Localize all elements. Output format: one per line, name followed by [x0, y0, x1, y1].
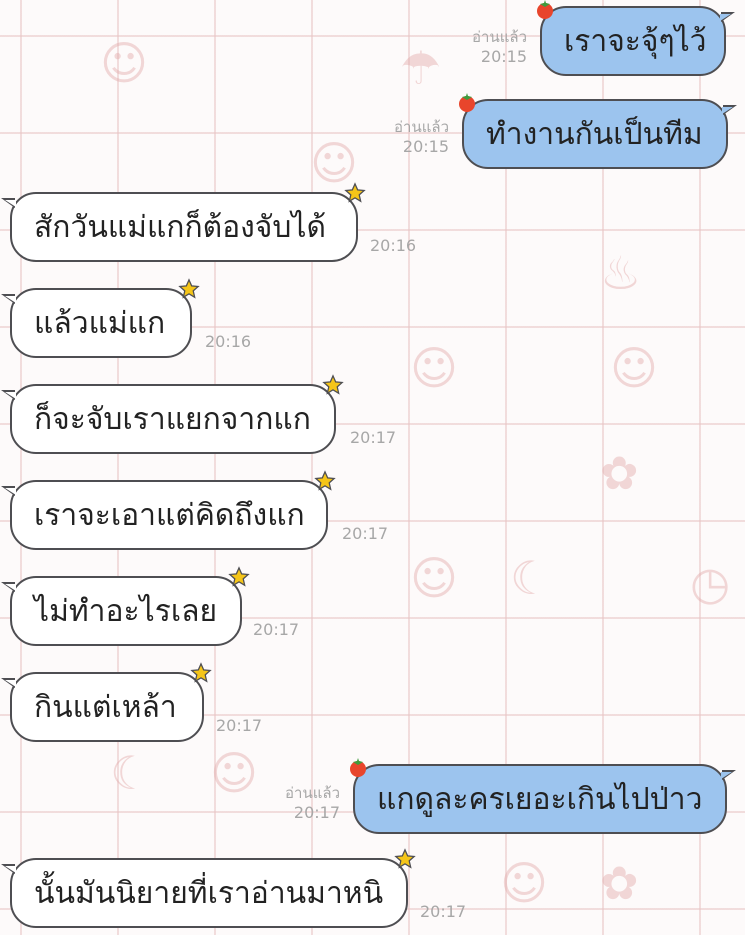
wallpaper-moon-icon: ☾ [110, 746, 152, 800]
message-time: 20:17 [253, 620, 300, 639]
star-icon [344, 182, 366, 203]
message-text: นั้นมันนิยายที่เราอ่านมาหนิ [34, 875, 384, 911]
star-icon [322, 374, 344, 395]
star-icon [178, 278, 200, 299]
outgoing-message-bubble[interactable]: เราจะจุ้ๆไว้ [537, 0, 735, 76]
tomato-icon [459, 93, 475, 112]
message-meta: อ่านแล้ว 20:15 [394, 118, 449, 157]
message-text: แล้วแม่แก [34, 305, 166, 341]
wallpaper-clock-icon: ◷ [690, 556, 731, 610]
message-time: 20:16 [370, 236, 417, 255]
message-text: เราจะจุ้ๆไว้ [564, 23, 707, 59]
incoming-message-bubble[interactable]: เราจะเอาแต่คิดถึงแก [1, 470, 336, 550]
wallpaper-cat-icon: ☺ [100, 36, 148, 90]
message-text: เราจะเอาแต่คิดถึงแก [34, 497, 305, 533]
message-time: 20:16 [205, 332, 252, 351]
star-icon [314, 470, 336, 491]
wallpaper-flower-icon: ✿ [600, 446, 639, 500]
tomato-icon [537, 0, 553, 19]
star-icon [190, 662, 212, 683]
star-icon [394, 848, 416, 869]
read-receipt: อ่านแล้ว [285, 784, 340, 802]
incoming-message-bubble[interactable]: สักวันแม่แกก็ต้องจับได้ [1, 182, 366, 262]
wallpaper-cat-icon: ☺ [310, 136, 358, 190]
message-text: ไม่ทำอะไรเลย [34, 593, 218, 629]
incoming-message-bubble[interactable]: แล้วแม่แก [1, 278, 200, 358]
read-receipt: อ่านแล้ว [472, 28, 527, 46]
message-text: กินแต่เหล้า [34, 689, 177, 725]
tomato-icon [350, 758, 366, 777]
wallpaper-bow-icon: ✿ [600, 856, 639, 910]
wallpaper-cake-icon: ♨ [600, 246, 642, 300]
message-text: ทำงานกันเป็นทีม [486, 116, 703, 152]
message-time: 20:17 [420, 902, 467, 921]
wallpaper-cat-icon: ☺ [500, 856, 548, 910]
incoming-message-bubble[interactable]: กินแต่เหล้า [1, 662, 212, 742]
wallpaper-moon-icon: ☾ [510, 551, 552, 605]
wallpaper-cat-icon: ☺ [410, 551, 458, 605]
message-time: 20:17 [350, 428, 397, 447]
message-time: 20:17 [293, 802, 340, 822]
outgoing-message-bubble[interactable]: แกดูละครเยอะเกินไปป่าว [350, 758, 736, 834]
message-time: 20:15 [402, 136, 449, 156]
outgoing-message-bubble[interactable]: ทำงานกันเป็นทีม [459, 93, 737, 169]
message-meta: อ่านแล้ว 20:15 [472, 28, 527, 67]
message-meta: อ่านแล้ว 20:17 [285, 784, 340, 823]
message-time: 20:17 [342, 524, 389, 543]
wallpaper-cat-icon: ☺ [210, 746, 258, 800]
message-time: 20:15 [480, 46, 527, 66]
message-text: สักวันแม่แกก็ต้องจับได้ [34, 209, 326, 245]
message-text: แกดูละครเยอะเกินไปป่าว [377, 781, 703, 817]
wallpaper-umbrella-icon: ☂ [400, 41, 442, 95]
wallpaper-cat-icon: ☺ [610, 341, 658, 395]
message-time: 20:17 [216, 716, 263, 735]
star-icon [228, 566, 250, 587]
wallpaper-cat-icon: ☺ [410, 341, 458, 395]
message-text: ก็จะจับเราแยกจากแก [34, 401, 311, 437]
incoming-message-bubble[interactable]: ก็จะจับเราแยกจากแก [1, 374, 344, 454]
incoming-message-bubble[interactable]: นั้นมันนิยายที่เราอ่านมาหนิ [1, 848, 416, 928]
read-receipt: อ่านแล้ว [394, 118, 449, 136]
incoming-message-bubble[interactable]: ไม่ทำอะไรเลย [1, 566, 250, 646]
